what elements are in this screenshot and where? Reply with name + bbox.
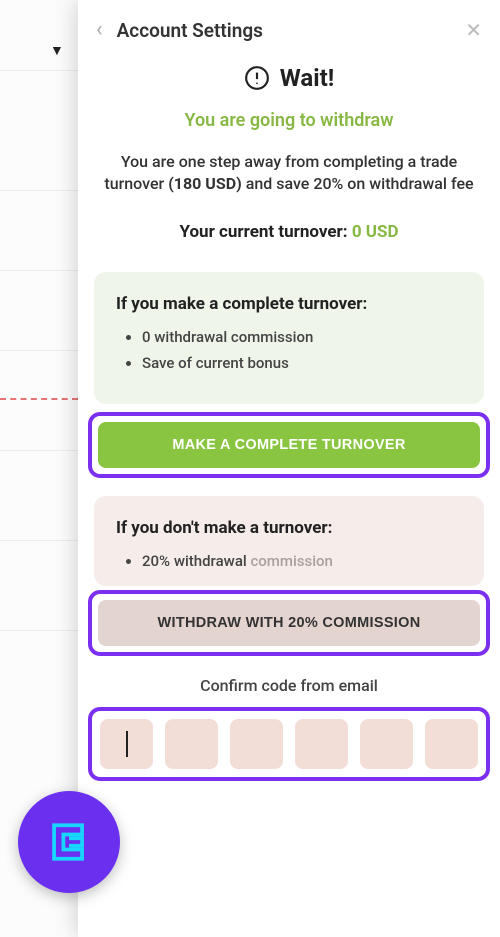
withdraw-with-commission-button[interactable]: WITHDRAW WITH 20% COMMISSION [98,600,480,646]
dropdown-caret-icon[interactable]: ▼ [50,42,64,59]
withdraw-subtitle: You are going to withdraw [78,110,500,131]
brand-fab-button[interactable] [18,791,120,893]
chart-reference-line [0,398,78,400]
code-digit-input[interactable] [165,719,218,769]
wait-heading: Wait! [78,64,500,92]
code-digit-input[interactable] [360,719,413,769]
highlight-box: MAKE A COMPLETE TURNOVER [88,412,490,478]
code-digit-input[interactable] [100,719,153,769]
info-amount: (180 USD) [168,174,242,193]
commission-muted: commission [250,552,332,570]
list-item: Save of current bonus [142,354,462,372]
current-turnover-value: 0 USD [352,222,399,242]
current-turnover-label: Your current turnover: [179,222,351,242]
code-input-row [98,717,480,771]
code-digit-input[interactable] [295,719,348,769]
current-turnover-row: Your current turnover: 0 USD [78,222,500,242]
info-post: and save 20% on withdrawal fee [242,174,474,193]
code-digit-input[interactable] [425,719,478,769]
highlight-box [88,707,490,781]
make-complete-turnover-button[interactable]: MAKE A COMPLETE TURNOVER [98,422,480,468]
code-digit-input[interactable] [230,719,283,769]
panel-header: ‹ Account Settings ✕ [78,10,500,50]
no-turnover-title: If you don't make a turnover: [116,518,462,538]
highlight-box: WITHDRAW WITH 20% COMMISSION [88,590,490,656]
no-turnover-costs: 20% withdrawal commission [116,552,462,570]
complete-turnover-card: If you make a complete turnover: 0 withd… [94,272,484,404]
settings-panel: ‹ Account Settings ✕ Wait! You are going… [78,0,500,937]
complete-turnover-benefits: 0 withdrawal commission Save of current … [116,328,462,372]
alert-circle-icon [244,65,270,91]
page-title: Account Settings [117,19,466,42]
complete-turnover-title: If you make a complete turnover: [116,294,462,314]
close-icon[interactable]: ✕ [465,18,482,42]
back-icon[interactable]: ‹ [96,19,103,41]
text-cursor [126,731,128,757]
brand-logo-icon [41,814,97,870]
info-paragraph: You are one step away from completing a … [98,151,480,196]
wait-text: Wait! [280,64,334,92]
commission-text: 20% withdrawal [142,552,250,570]
list-item: 0 withdrawal commission [142,328,462,346]
confirm-code-label: Confirm code from email [78,676,500,695]
no-turnover-card: If you don't make a turnover: 20% withdr… [94,496,484,586]
list-item: 20% withdrawal commission [142,552,462,570]
